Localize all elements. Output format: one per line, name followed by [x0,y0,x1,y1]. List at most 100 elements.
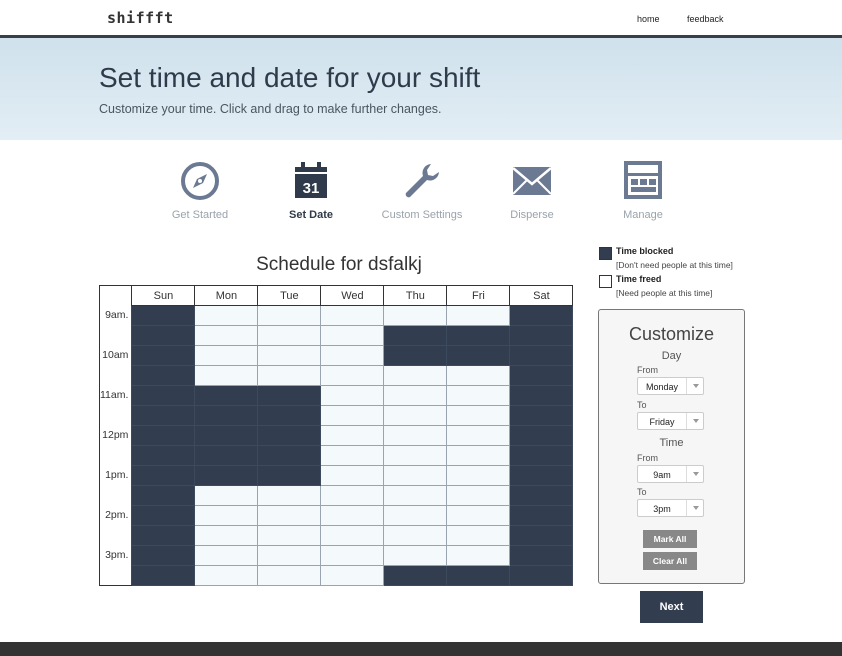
time-slot-blocked[interactable] [509,425,574,446]
time-slot-blocked[interactable] [257,425,322,446]
time-slot-freed[interactable] [383,305,448,326]
time-slot-blocked[interactable] [131,425,196,446]
time-slot-freed[interactable] [257,345,322,366]
time-slot-blocked[interactable] [446,345,511,366]
time-slot-freed[interactable] [257,545,322,566]
time-slot-freed[interactable] [257,485,322,506]
time-slot-blocked[interactable] [194,445,259,466]
day-from-select[interactable]: Monday [637,377,704,395]
time-slot-blocked[interactable] [131,305,196,326]
time-slot-freed[interactable] [320,405,385,426]
time-slot-freed[interactable] [257,525,322,546]
step-manage[interactable]: Manage [588,160,698,221]
time-slot-freed[interactable] [257,565,322,586]
time-slot-blocked[interactable] [194,405,259,426]
time-slot-blocked[interactable] [194,465,259,486]
time-slot-blocked[interactable] [131,405,196,426]
next-button[interactable]: Next [640,591,703,623]
time-slot-freed[interactable] [320,565,385,586]
time-slot-freed[interactable] [383,405,448,426]
time-slot-freed[interactable] [383,465,448,486]
app-logo[interactable]: shiffft [107,9,174,27]
time-slot-freed[interactable] [383,525,448,546]
time-slot-freed[interactable] [320,465,385,486]
time-slot-freed[interactable] [320,425,385,446]
time-slot-freed[interactable] [383,485,448,506]
time-slot-freed[interactable] [320,445,385,466]
time-slot-freed[interactable] [446,505,511,526]
time-slot-freed[interactable] [194,345,259,366]
time-slot-blocked[interactable] [131,485,196,506]
time-slot-blocked[interactable] [257,405,322,426]
time-slot-blocked[interactable] [509,525,574,546]
time-slot-freed[interactable] [194,485,259,506]
time-slot-blocked[interactable] [131,345,196,366]
time-slot-blocked[interactable] [509,545,574,566]
time-slot-freed[interactable] [383,545,448,566]
time-slot-blocked[interactable] [257,385,322,406]
time-slot-blocked[interactable] [509,505,574,526]
time-slot-blocked[interactable] [509,305,574,326]
time-slot-blocked[interactable] [131,365,196,386]
time-slot-blocked[interactable] [383,325,448,346]
time-slot-blocked[interactable] [131,325,196,346]
time-slot-freed[interactable] [446,385,511,406]
time-slot-freed[interactable] [194,505,259,526]
time-slot-blocked[interactable] [509,465,574,486]
schedule-grid[interactable]: Sun Mon Tue Wed Thu Fri Sat 9am. 10am 11am. 12pm 1… [98,285,574,586]
time-slot-freed[interactable] [194,545,259,566]
time-slot-blocked[interactable] [446,325,511,346]
time-slot-blocked[interactable] [509,565,574,586]
time-slot-freed[interactable] [446,445,511,466]
nav-feedback-link[interactable]: feedback [687,14,724,24]
time-slot-blocked[interactable] [131,445,196,466]
step-disperse[interactable]: Disperse [477,160,587,221]
step-get-started[interactable]: Get Started [145,160,255,221]
time-slot-blocked[interactable] [194,425,259,446]
time-slot-blocked[interactable] [131,385,196,406]
time-slot-blocked[interactable] [383,565,448,586]
time-slot-freed[interactable] [446,465,511,486]
time-slot-blocked[interactable] [509,405,574,426]
time-slot-freed[interactable] [320,525,385,546]
time-slot-freed[interactable] [446,365,511,386]
time-slot-blocked[interactable] [509,345,574,366]
time-slot-freed[interactable] [320,545,385,566]
time-slot-blocked[interactable] [509,485,574,506]
time-slot-blocked[interactable] [509,325,574,346]
time-slot-freed[interactable] [194,325,259,346]
step-set-date[interactable]: 31 Set Date [256,160,366,221]
time-slot-freed[interactable] [446,425,511,446]
time-slot-freed[interactable] [257,325,322,346]
time-slot-freed[interactable] [257,305,322,326]
time-slot-blocked[interactable] [446,565,511,586]
nav-home-link[interactable]: home [637,14,660,24]
time-slot-freed[interactable] [446,405,511,426]
time-slot-freed[interactable] [383,365,448,386]
time-slot-blocked[interactable] [131,505,196,526]
time-slot-blocked[interactable] [131,545,196,566]
time-slot-freed[interactable] [320,505,385,526]
time-slot-freed[interactable] [446,545,511,566]
time-slot-freed[interactable] [320,305,385,326]
time-slot-freed[interactable] [320,325,385,346]
day-to-select[interactable]: Friday [637,412,704,430]
time-slot-blocked[interactable] [131,465,196,486]
time-slot-blocked[interactable] [509,445,574,466]
time-to-select[interactable]: 3pm [637,499,704,517]
time-slot-freed[interactable] [446,485,511,506]
time-slot-freed[interactable] [446,305,511,326]
mark-all-button[interactable]: Mark All [643,530,697,548]
time-slot-freed[interactable] [194,365,259,386]
time-slot-freed[interactable] [446,525,511,546]
step-custom-settings[interactable]: Custom Settings [367,160,477,221]
time-slot-blocked[interactable] [131,525,196,546]
time-slot-freed[interactable] [383,385,448,406]
time-slot-blocked[interactable] [131,565,196,586]
time-slot-blocked[interactable] [509,385,574,406]
time-slot-freed[interactable] [257,365,322,386]
time-slot-freed[interactable] [383,445,448,466]
time-slot-blocked[interactable] [509,365,574,386]
time-slot-freed[interactable] [320,345,385,366]
time-slot-blocked[interactable] [257,445,322,466]
